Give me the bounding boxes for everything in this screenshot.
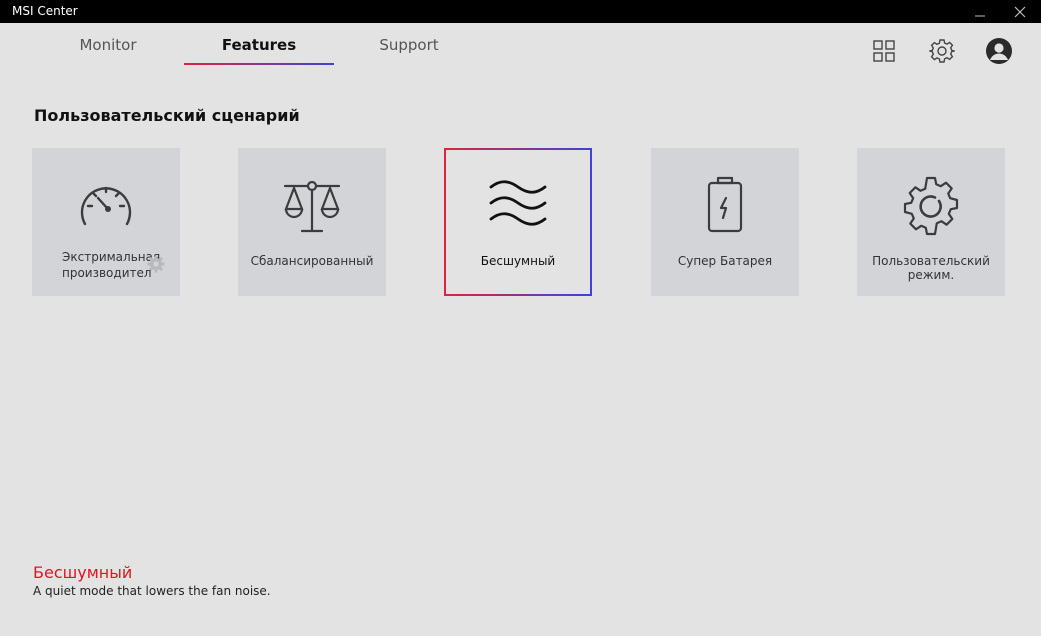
minimize-button[interactable] [961, 0, 999, 23]
grid-icon [873, 40, 895, 62]
scenario-card-label: Экстримальная производител [62, 250, 161, 280]
scenario-card-silent[interactable]: Бесшумный [444, 148, 592, 296]
gear-icon [929, 39, 955, 63]
tab-features-label: Features [221, 36, 297, 54]
selected-scenario-description: A quiet mode that lowers the fan noise. [33, 584, 271, 598]
section-title: Пользовательский сценарий [34, 106, 300, 125]
scenario-card-label: Пользовательский режим. [872, 254, 990, 282]
silent-waves-icon [489, 180, 547, 226]
selected-scenario-title: Бесшумный [33, 563, 133, 582]
scenario-card-user-mode[interactable]: Пользовательский режим. [857, 148, 1005, 296]
tab-support-label: Support [379, 36, 439, 54]
title-bar: MSI Center [0, 0, 1041, 23]
tab-monitor[interactable]: Monitor [33, 23, 183, 67]
minimize-icon [975, 15, 985, 16]
scenario-card-super-battery[interactable]: Супер Батарея [651, 148, 799, 296]
tab-monitor-label: Monitor [79, 36, 137, 54]
gear-icon [903, 176, 959, 236]
window-title: MSI Center [12, 4, 78, 18]
scenario-card-label: Бесшумный [480, 254, 556, 268]
tab-support[interactable]: Support [334, 23, 484, 67]
scenario-card-label: Сбалансированный [250, 254, 374, 268]
app-grid-button[interactable] [869, 36, 899, 66]
close-button[interactable] [1001, 0, 1039, 23]
settings-button[interactable] [927, 36, 957, 66]
tab-features[interactable]: Features [184, 23, 334, 67]
battery-icon [707, 176, 743, 233]
active-tab-indicator [184, 63, 334, 65]
scale-icon [283, 180, 341, 233]
close-icon [1014, 6, 1026, 17]
scenario-card-extreme-performance[interactable]: Экстримальная производител [32, 148, 180, 296]
speedometer-icon [80, 186, 132, 226]
scenario-card-label: Супер Батарея [677, 254, 773, 268]
avatar-icon [986, 38, 1012, 64]
user-profile-button[interactable] [984, 36, 1014, 66]
scenario-card-balanced[interactable]: Сбалансированный [238, 148, 386, 296]
card-settings-icon[interactable] [147, 255, 165, 273]
